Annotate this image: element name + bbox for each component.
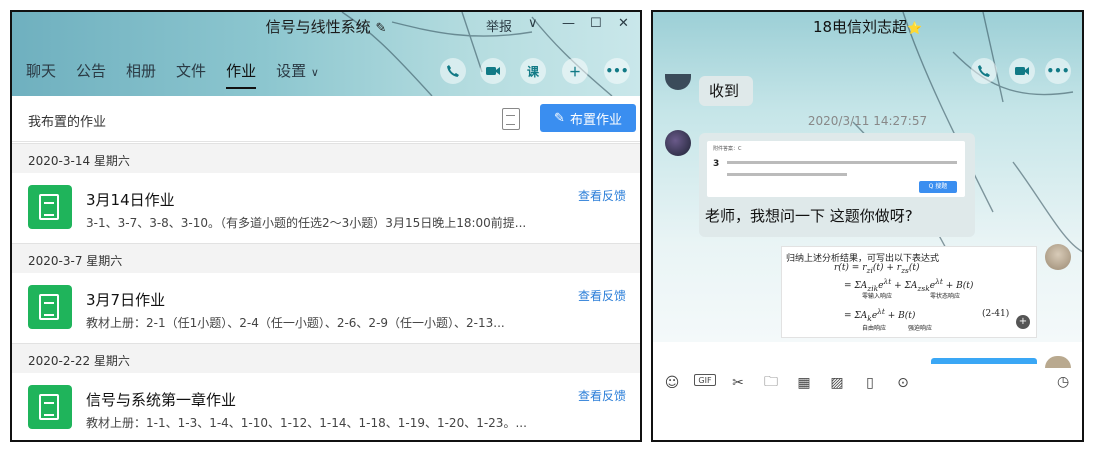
lesson-icon[interactable]: 课 (520, 58, 546, 84)
image-icon[interactable]: ▨ (826, 374, 848, 392)
shake-icon[interactable]: ▯ (859, 374, 881, 392)
phone-icon[interactable] (971, 58, 997, 84)
math-label: 自由响应 (862, 325, 887, 332)
avatar[interactable] (665, 130, 691, 156)
maximize-icon[interactable]: ☐ (590, 16, 602, 31)
search-question-button[interactable]: Q 搜题 (919, 181, 957, 193)
image-label: 附件答案：C (713, 146, 742, 152)
math-image[interactable]: 归纳上述分析结果，可写出以下表达式 r(t) = rzi(t) + rzs(t)… (781, 246, 1037, 338)
close-icon[interactable]: ✕ (618, 16, 629, 31)
history-icon[interactable]: ◷ (1057, 374, 1069, 390)
equation-number: (2-41) (982, 309, 1010, 319)
star-badge-icon: ⭐ (907, 21, 923, 35)
timestamp: 2020/3/11 14:27:57 (807, 114, 928, 128)
math-label: 零输入响应 (862, 293, 893, 300)
avatar[interactable] (1045, 244, 1071, 270)
homework-description: 教材上册：1-1、1-3、1-4、1-10、1-12、1-14、1-18、1-1… (86, 416, 527, 430)
avatar[interactable] (1045, 356, 1071, 368)
tab-announcement[interactable]: 公告 (76, 60, 106, 89)
homework-doc-icon (28, 185, 72, 229)
subheader-label: 我布置的作业 (28, 115, 107, 130)
video-icon[interactable] (1009, 58, 1035, 84)
image-gallery-icon[interactable]: ▦ (793, 374, 815, 392)
date-header: 2020-3-14 星期六 (12, 143, 640, 173)
question-image[interactable]: 附件答案：C 3 Q 搜题 (707, 141, 965, 197)
tab-album[interactable]: 相册 (126, 60, 156, 89)
view-feedback-link[interactable]: 查看反馈 (578, 387, 626, 404)
gif-icon[interactable]: GIF (694, 374, 716, 386)
more-icon[interactable]: ••• (1045, 58, 1071, 84)
tab-homework[interactable]: 作业 (226, 60, 257, 89)
folder-icon[interactable]: 🗀 (760, 374, 782, 392)
message-bubble: 附件答案：C 3 Q 搜题 老师，我想问一下 这题你做呀? (699, 133, 975, 237)
chevron-down-icon: ∨ (310, 66, 319, 79)
tab-chat[interactable]: 聊天 (26, 60, 56, 89)
edit-icon: ✎ (554, 110, 565, 126)
pencil-icon[interactable]: ✎ (375, 21, 386, 36)
video-icon[interactable] (480, 58, 506, 84)
question-number: 3 (713, 159, 720, 169)
group-window: 信号与线性系统 ✎ 举报 ∨ — ☐ ✕ 聊天 公告 相册 文件 作业 设置 ∨… (10, 10, 642, 442)
tab-bar: 聊天 公告 相册 文件 作业 设置 ∨ (26, 60, 319, 89)
window-title: 信号与线性系统 ✎ (265, 18, 387, 36)
lesson-label: 课 (526, 64, 539, 79)
math-equation: r(t) = rzi(t) + rzs(t) (834, 263, 920, 275)
message-bubble: 收到 (699, 76, 753, 106)
chat-title: 18电信刘志超⭐ (812, 18, 923, 36)
homework-card[interactable]: 信号与系统第一章作业 教材上册：1-1、1-3、1-4、1-10、1-12、1-… (12, 373, 640, 440)
emoji-icon[interactable]: ☺ (661, 374, 683, 392)
outgoing-message-partial (931, 358, 1037, 364)
zoom-in-icon[interactable]: + (1016, 315, 1030, 329)
phone-icon[interactable] (440, 58, 466, 84)
minimize-icon[interactable]: — (562, 16, 575, 31)
homework-card[interactable]: 3月14日作业 3-1、3-7、3-8、3-10。（有多道小题的任选2～3小题）… (12, 173, 640, 243)
document-icon[interactable] (502, 108, 520, 130)
assign-homework-button[interactable]: ✎ 布置作业 (540, 104, 636, 132)
date-header: 2020-2-22 星期六 (12, 343, 640, 373)
input-toolbar: ☺ GIF ✂ 🗀 ▦ ▨ ▯ ⊙ (661, 374, 914, 392)
homework-title: 信号与系统第一章作业 (86, 391, 237, 409)
homework-doc-icon (28, 385, 72, 429)
question-text-line (727, 173, 847, 176)
chat-window: 18电信刘志超⭐ ••• 收到 2020/3/11 14:27:57 附件答案：… (651, 10, 1084, 442)
homework-title: 3月7日作业 (86, 291, 166, 309)
view-feedback-link[interactable]: 查看反馈 (578, 287, 626, 304)
plus-icon[interactable]: ＋ (562, 58, 588, 84)
homework-description: 3-1、3-7、3-8、3-10。（有多道小题的任选2～3小题）3月15日晚上1… (86, 216, 527, 230)
tab-files[interactable]: 文件 (176, 60, 206, 89)
homework-title: 3月14日作业 (86, 191, 175, 209)
tab-settings[interactable]: 设置 ∨ (276, 60, 319, 89)
homework-subheader: 我布置的作业 ✎ 布置作业 (12, 96, 640, 142)
chevron-down-icon[interactable]: ∨ (528, 16, 538, 31)
more-icon[interactable]: ••• (604, 58, 630, 84)
homework-card[interactable]: 3月7日作业 教材上册：2-1（任1小题）、2-4（任一小题）、2-6、2-9（… (12, 273, 640, 343)
math-equation: = ΣAkeλt + B(t) (844, 307, 916, 323)
scissors-icon[interactable]: ✂ (727, 374, 749, 392)
math-label: 强迫响应 (908, 325, 933, 332)
date-header: 2020-3-7 星期六 (12, 243, 640, 273)
math-label: 零状态响应 (930, 293, 961, 300)
question-text-line (727, 161, 957, 164)
homework-description: 教材上册：2-1（任1小题）、2-4（任一小题）、2-6、2-9（任一小题）、2… (86, 316, 505, 330)
message-text: 老师，我想问一下 这题你做呀? (705, 207, 913, 225)
report-link[interactable]: 举报 (486, 16, 512, 35)
homework-doc-icon (28, 285, 72, 329)
view-feedback-link[interactable]: 查看反馈 (578, 187, 626, 204)
more-icon[interactable]: ⊙ (892, 374, 914, 392)
